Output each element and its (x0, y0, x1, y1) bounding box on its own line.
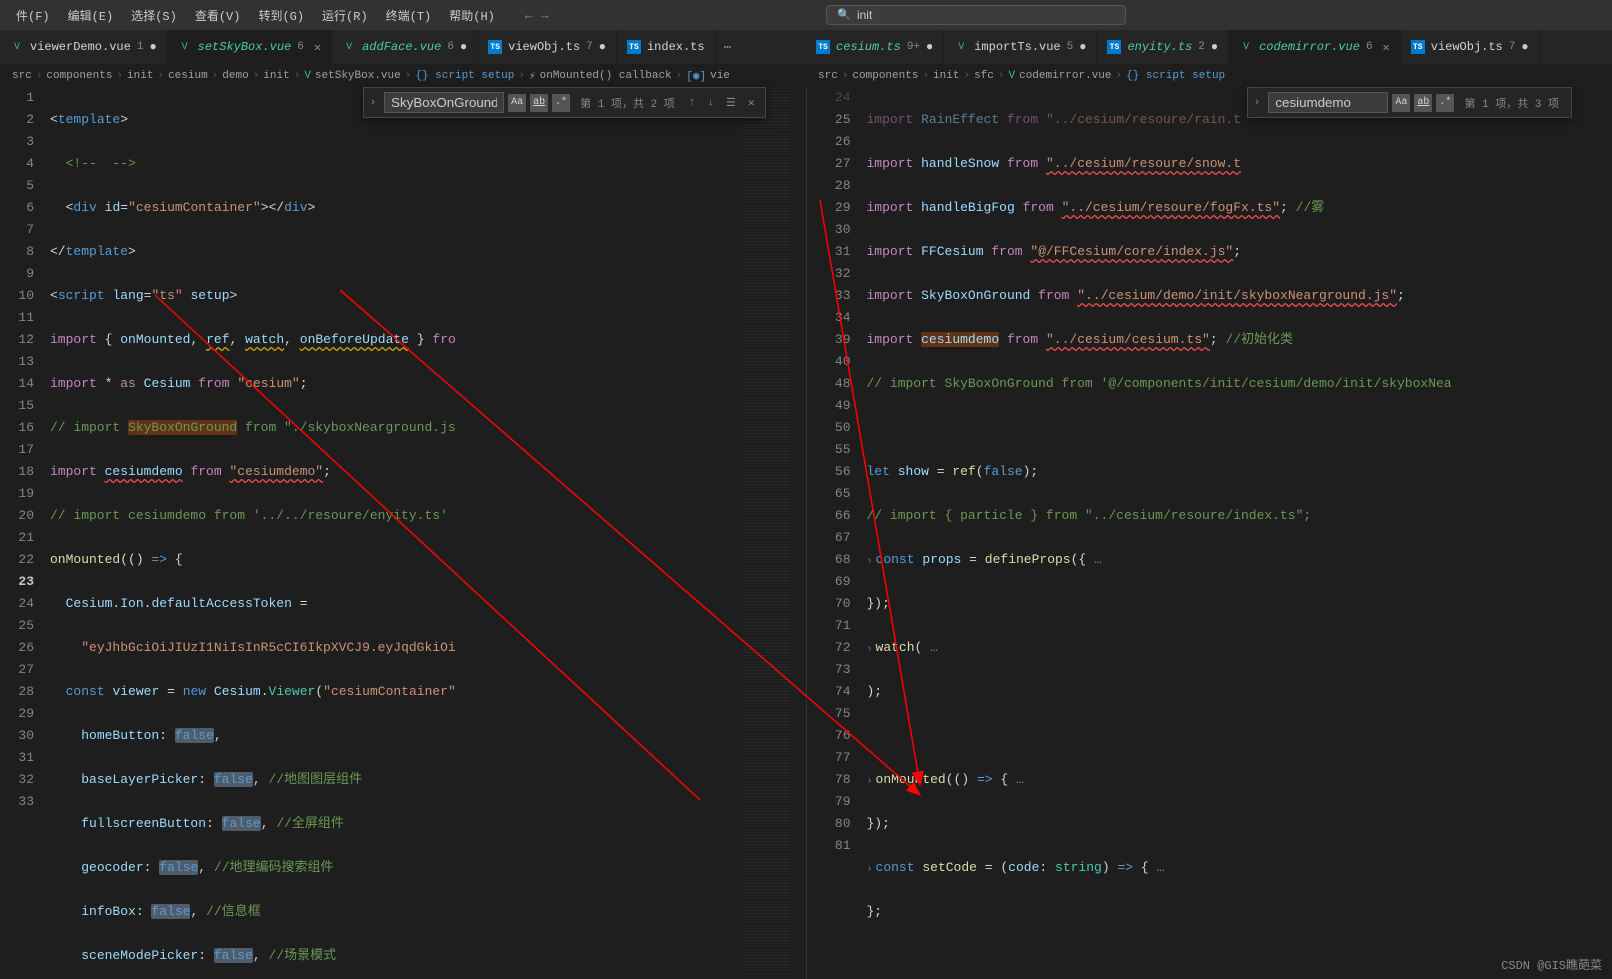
fold-icon[interactable]: › (867, 639, 873, 661)
tab[interactable]: VaddFace.vue 6 ● (332, 30, 478, 64)
match-word-icon[interactable]: ab (530, 94, 548, 112)
line-gutter: 1234567891011121314151617181920212223242… (0, 87, 50, 979)
command-input[interactable] (857, 8, 1115, 22)
close-icon[interactable]: ✕ (1383, 40, 1390, 55)
ts-icon: TS (1107, 40, 1121, 54)
editor-pane-left: › Aa ab .* 第 1 项，共 2 项 ↑ ↓ ☰ ✕ 123456789… (0, 87, 807, 979)
tab-label: addFace.vue (362, 40, 441, 54)
tab[interactable]: TS index.ts (617, 30, 716, 64)
vue-icon: V (1239, 40, 1253, 54)
find-widget: › Aa ab .* 第 1 项，共 2 项 ↑ ↓ ☰ ✕ (363, 87, 766, 118)
expand-replace-icon[interactable]: › (370, 97, 377, 109)
code-area-right[interactable]: import RainEffect from "../cesium/resour… (867, 87, 1601, 979)
find-filter-icon[interactable]: ☰ (722, 96, 740, 110)
tab-label: importTs.vue (974, 40, 1060, 54)
vue-icon: V (1008, 70, 1015, 82)
search-icon: 🔍 (837, 8, 851, 22)
match-word-icon[interactable]: ab (1414, 94, 1432, 112)
find-input[interactable] (384, 92, 504, 113)
tab[interactable]: VimportTs.vue 5 ● (944, 30, 1097, 64)
menu-file[interactable]: 件(F) (8, 3, 58, 28)
modified-icon: ● (926, 40, 933, 54)
regex-icon[interactable]: .* (552, 94, 570, 112)
find-count: 第 1 项，共 2 项 (580, 95, 675, 111)
ts-icon: TS (488, 40, 502, 54)
modified-icon: ● (149, 40, 156, 54)
menu-bar: 件(F) 编辑(E) 选择(S) 查看(V) 转到(G) 运行(R) 终端(T)… (0, 0, 1612, 30)
breadcrumb-right[interactable]: src› components› init› sfc› Vcodemirror.… (806, 65, 1612, 87)
tab[interactable]: VsetSkyBox.vue 6 ✕ (168, 30, 332, 64)
modified-icon: ● (460, 40, 467, 54)
vue-icon: V (178, 40, 192, 54)
vue-icon: V (304, 70, 311, 82)
tab-label: codemirror.vue (1259, 40, 1360, 54)
more-tabs-icon[interactable]: ⋯ (716, 30, 740, 64)
scrollbar[interactable] (794, 87, 806, 979)
close-icon[interactable]: ✕ (314, 40, 321, 55)
minimap[interactable] (739, 87, 794, 979)
vue-icon: V (342, 40, 356, 54)
watermark: CSDN @GIS瞧葩菜 (1501, 956, 1602, 973)
fold-icon[interactable]: › (867, 551, 873, 573)
match-case-icon[interactable]: Aa (508, 94, 526, 112)
fold-icon[interactable]: › (867, 771, 873, 793)
modified-icon: ● (1079, 40, 1086, 54)
line-gutter: 2425262728293031323334394048495055566566… (807, 87, 867, 979)
tab-label: enyity.ts (1127, 40, 1192, 54)
menu-edit[interactable]: 编辑(E) (60, 3, 122, 28)
code-area-left[interactable]: <template> <!-- --> <div id="cesiumConta… (50, 87, 739, 979)
expand-replace-icon[interactable]: › (1254, 97, 1261, 109)
tab-label: viewerDemo.vue (30, 40, 131, 54)
command-center[interactable]: 🔍 (826, 5, 1126, 25)
modified-icon: ● (1211, 40, 1218, 54)
nav-back-icon[interactable]: ← (525, 8, 533, 23)
find-close-icon[interactable]: ✕ (744, 96, 759, 110)
ts-icon: TS (1411, 40, 1425, 54)
tab-label: viewObj.ts (1431, 40, 1503, 54)
menu-run[interactable]: 运行(R) (314, 3, 376, 28)
ts-icon: TS (627, 40, 641, 54)
tab[interactable]: TScesium.ts 9+ ● (806, 30, 944, 64)
match-case-icon[interactable]: Aa (1392, 94, 1410, 112)
tab[interactable]: TSviewObj.ts 7 ● (478, 30, 617, 64)
menu-selection[interactable]: 选择(S) (123, 3, 185, 28)
nav-forward-icon[interactable]: → (541, 8, 549, 23)
tabbar-right: TScesium.ts 9+ ● VimportTs.vue 5 ● TSeny… (806, 30, 1612, 65)
scrollbar[interactable] (1600, 87, 1612, 979)
find-next-icon[interactable]: ↓ (703, 97, 718, 109)
fold-icon[interactable]: › (867, 859, 873, 881)
menu-help[interactable]: 帮助(H) (441, 3, 503, 28)
menu-view[interactable]: 查看(V) (187, 3, 249, 28)
find-input[interactable] (1268, 92, 1388, 113)
regex-icon[interactable]: .* (1436, 94, 1454, 112)
menu-terminal[interactable]: 终端(T) (378, 3, 440, 28)
find-widget: › Aa ab .* 第 1 项，共 3 项 (1247, 87, 1572, 118)
breadcrumb-left[interactable]: src› components› init› cesium› demo› ini… (0, 65, 806, 87)
find-count: 第 1 项，共 3 项 (1464, 95, 1559, 111)
modified-icon: ● (599, 40, 606, 54)
find-prev-icon[interactable]: ↑ (685, 97, 700, 109)
ts-icon: TS (816, 40, 830, 54)
tab[interactable]: TSviewObj.ts 7 ● (1401, 30, 1540, 64)
modified-icon: ● (1521, 40, 1528, 54)
editor-pane-right: › Aa ab .* 第 1 项，共 3 项 24252627282930313… (807, 87, 1612, 979)
menu-go[interactable]: 转到(G) (250, 3, 312, 28)
tab-label: viewObj.ts (508, 40, 580, 54)
tab[interactable]: VviewerDemo.vue 1 ● (0, 30, 168, 64)
vue-icon: V (954, 40, 968, 54)
tab[interactable]: Vcodemirror.vue 6 ✕ (1229, 30, 1401, 64)
tab-label: setSkyBox.vue (198, 40, 292, 54)
tabbar-left: VviewerDemo.vue 1 ● VsetSkyBox.vue 6 ✕ V… (0, 30, 806, 65)
tab-label: cesium.ts (836, 40, 901, 54)
vue-icon: V (10, 40, 24, 54)
tab-label: index.ts (647, 40, 705, 54)
tab[interactable]: TSenyity.ts 2 ● (1097, 30, 1229, 64)
